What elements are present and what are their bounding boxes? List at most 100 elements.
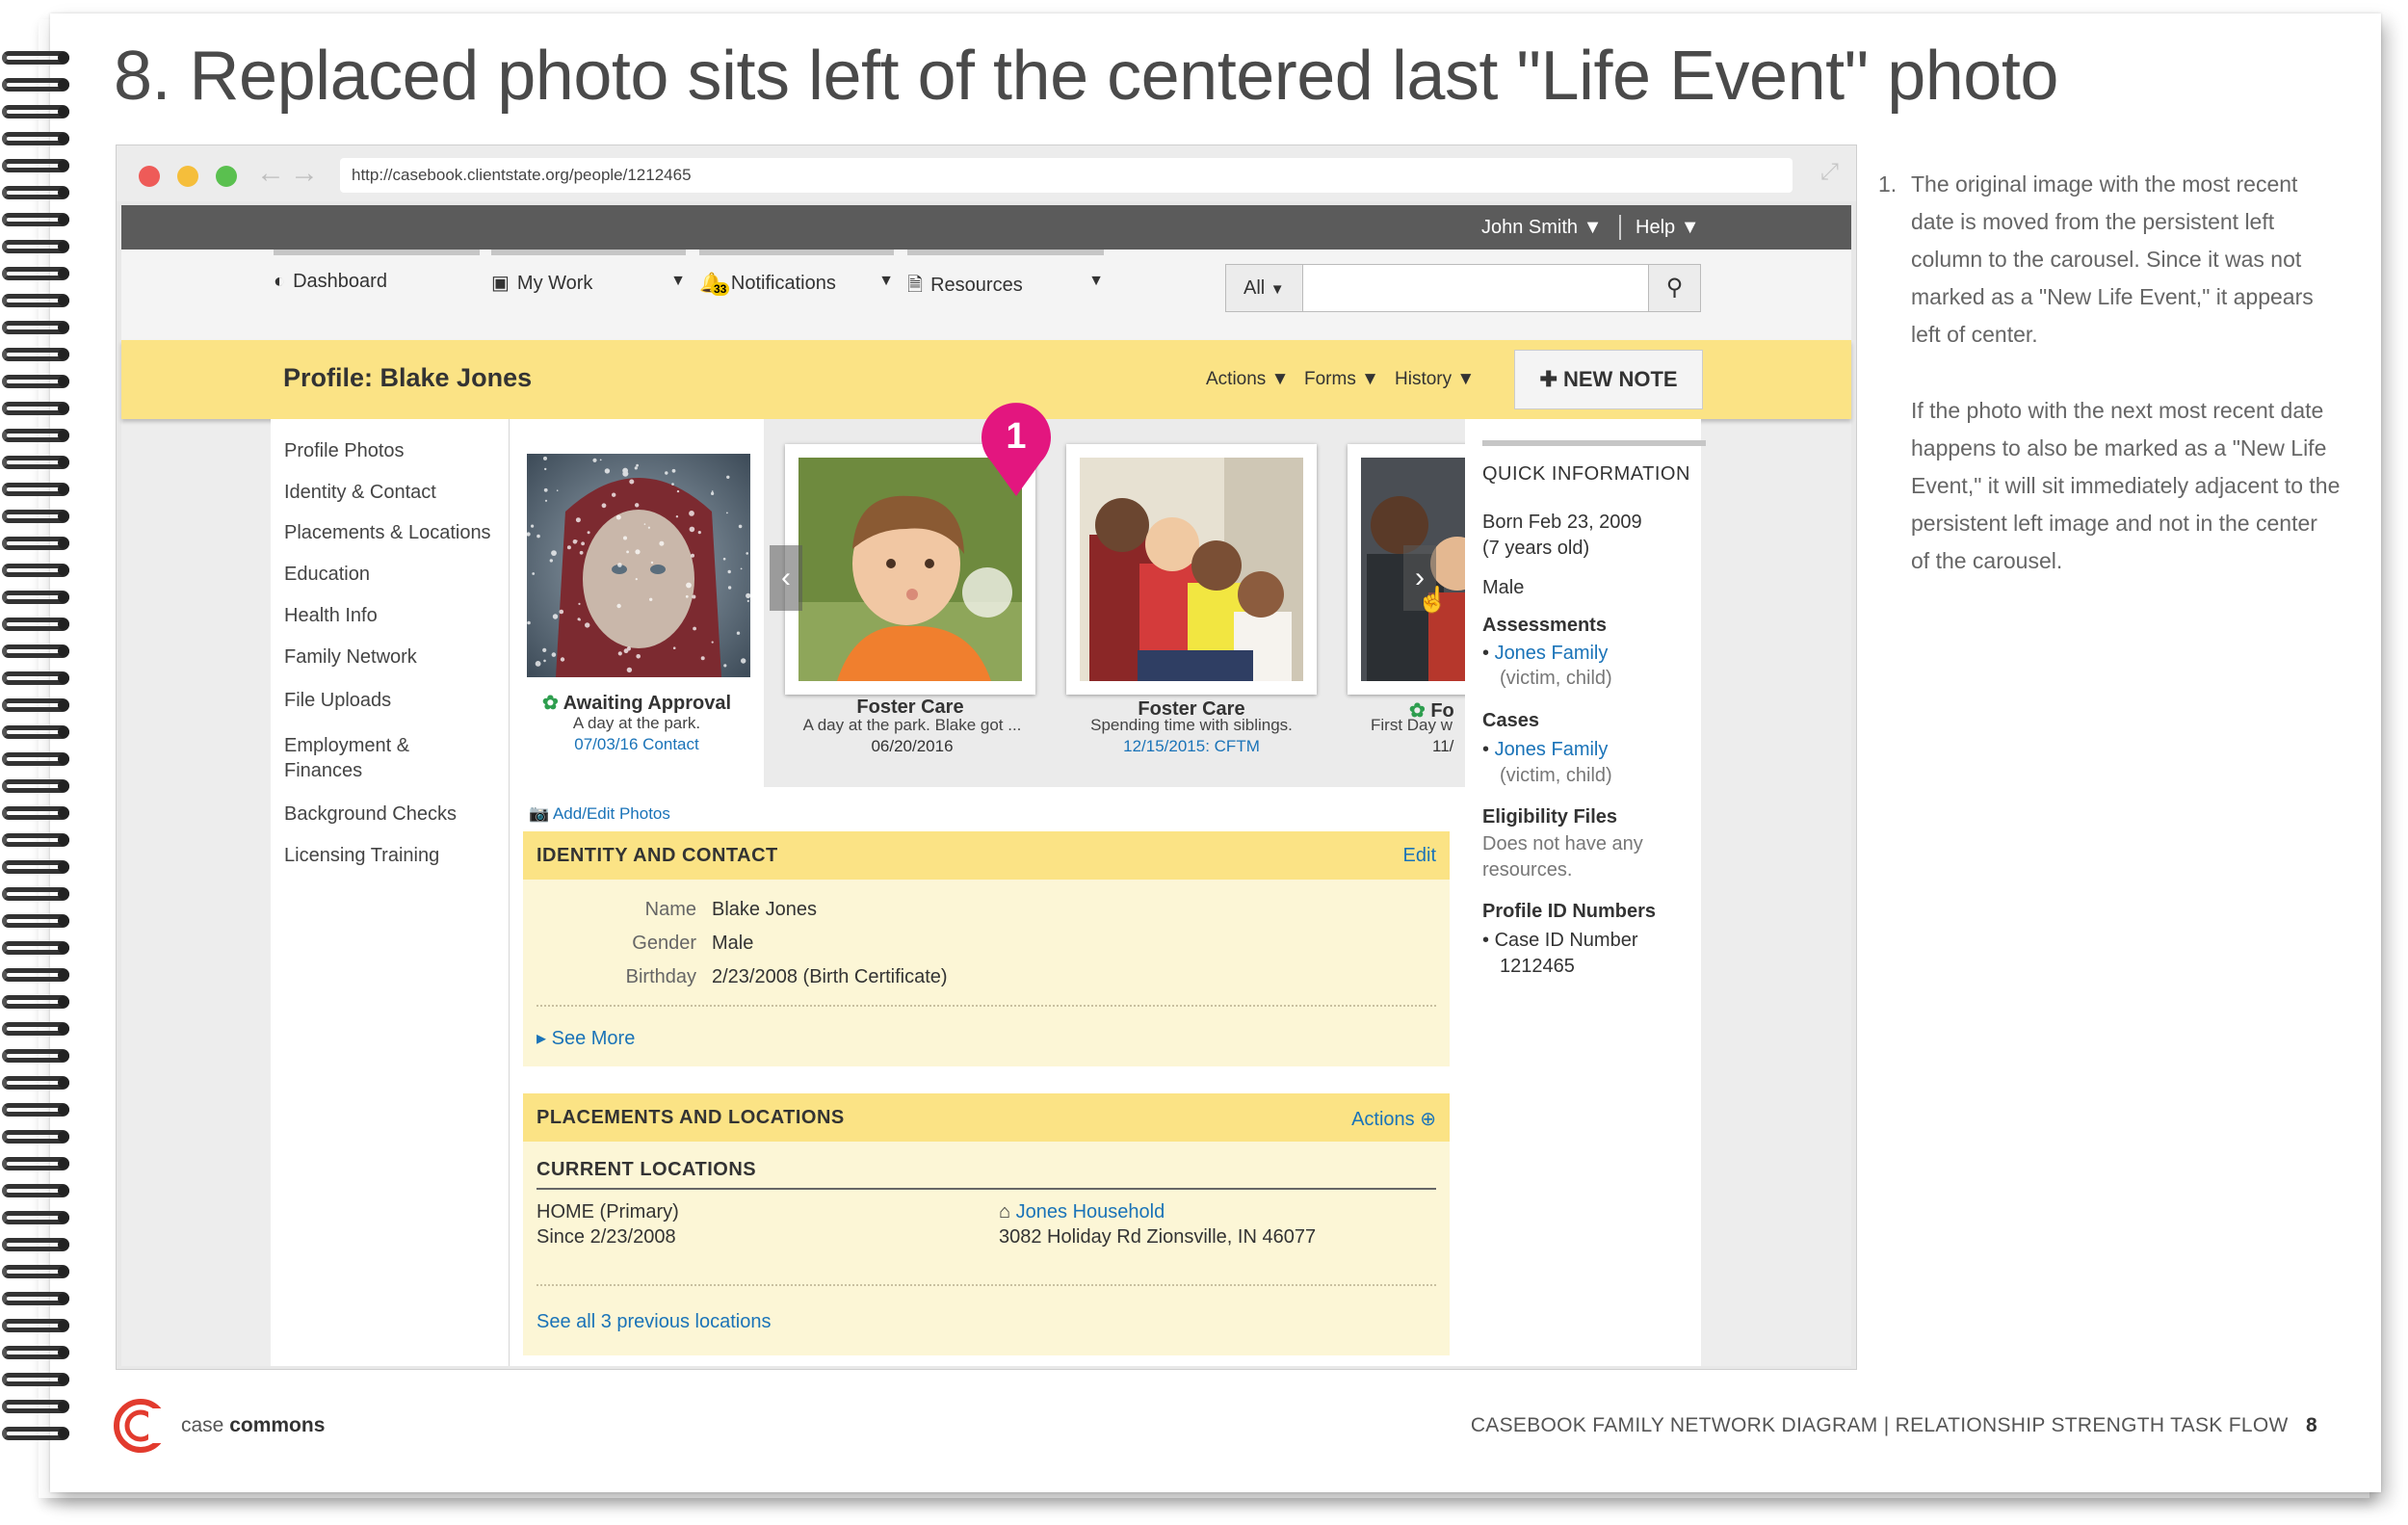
spiral-ring	[2, 345, 73, 364]
svg-text:1: 1	[1006, 416, 1026, 457]
actions-menu[interactable]: Actions ▼	[1206, 369, 1289, 390]
search-icon: ⚲	[1665, 275, 1684, 301]
inbox-icon: ▣	[491, 273, 510, 294]
caret-down-icon: ▼	[1269, 281, 1285, 298]
spiral-ring	[2, 1181, 73, 1200]
sidebar-item-identity-contact[interactable]: Identity & Contact	[284, 480, 436, 505]
spiral-ring	[2, 399, 73, 418]
carousel-photo-2[interactable]: Foster Care	[1066, 444, 1317, 720]
help-menu[interactable]: Help ▼	[1636, 205, 1700, 250]
spiral-ring	[2, 696, 73, 715]
nav-dashboard[interactable]: ◐ Dashboard	[274, 250, 480, 309]
leaf-icon: ✿	[541, 693, 559, 714]
search-button[interactable]: ⚲	[1648, 265, 1700, 311]
close-window-button[interactable]	[139, 166, 160, 187]
minimize-window-button[interactable]	[177, 166, 198, 187]
caret-down-icon: ▼	[1456, 369, 1476, 389]
photo-siblings	[1080, 458, 1303, 681]
spiral-ring	[2, 965, 73, 985]
slide-title: 8. Replaced photo sits left of the cente…	[114, 38, 2058, 115]
spiral-ring	[2, 1154, 73, 1173]
footer-caption: CASEBOOK FAMILY NETWORK DIAGRAM | RELATI…	[1470, 1414, 2317, 1436]
spiral-ring	[2, 776, 73, 796]
spiral-ring	[2, 588, 73, 607]
note-paragraph-1: The original image with the most recent …	[1911, 171, 2314, 347]
fullscreen-icon[interactable]: ⤢	[1820, 159, 1839, 186]
sidebar-item-licensing-training[interactable]: Licensing Training	[284, 843, 439, 868]
new-note-button[interactable]: ✚ NEW NOTE	[1514, 350, 1703, 409]
contact-link[interactable]: 07/03/16 Contact	[510, 735, 764, 754]
persistent-photo-column: ✿ Awaiting Approval A day at the park. 0…	[510, 419, 764, 787]
spiral-ring	[2, 1073, 73, 1092]
spiral-ring	[2, 507, 73, 526]
spiral-ring	[2, 102, 73, 121]
sidebar-item-family-network[interactable]: Family Network	[284, 644, 417, 670]
sidebar-item-profile-photos[interactable]: Profile Photos	[284, 438, 405, 463]
spiral-ring	[2, 534, 73, 553]
plus-circle-icon: ⊕	[1420, 1109, 1436, 1130]
sidebar-item-placements[interactable]: Placements & Locations	[284, 520, 491, 545]
nav-my-work[interactable]: ▣ My Work ▼	[491, 250, 686, 309]
placements-locations-panel: PLACEMENTS AND LOCATIONS Actions ⊕ CURRE…	[523, 1093, 1450, 1355]
notification-badge: 33	[711, 282, 730, 296]
profile-content: Profile Photos Identity & Contact Placem…	[271, 403, 1706, 1366]
forms-menu[interactable]: Forms ▼	[1304, 369, 1379, 390]
caret-down-icon: ▼	[670, 273, 686, 289]
search-input[interactable]	[1303, 265, 1650, 311]
spiral-ring	[2, 749, 73, 769]
assessment-link[interactable]: Jones Family	[1495, 643, 1609, 664]
caret-right-icon: ▸	[537, 1028, 547, 1049]
sidebar-item-health-info[interactable]: Health Info	[284, 603, 378, 628]
history-menu[interactable]: History ▼	[1395, 369, 1475, 390]
spiral-ring	[2, 1343, 73, 1362]
user-menu[interactable]: John Smith ▼	[1481, 205, 1602, 250]
spiral-ring	[2, 884, 73, 904]
sidebar-item-education[interactable]: Education	[284, 562, 370, 587]
sidebar-item-employment[interactable]: Employment & Finances	[284, 733, 409, 783]
maximize-window-button[interactable]	[216, 166, 237, 187]
placements-actions-link[interactable]: Actions ⊕	[1351, 1107, 1436, 1131]
home-icon: ⌂	[999, 1201, 1011, 1223]
search-scope-select[interactable]: All ▼	[1226, 265, 1303, 311]
nav-resources[interactable]: 🗎 Resources ▼	[907, 250, 1104, 309]
chevron-left-icon: ‹	[781, 562, 791, 593]
caret-down-icon: ▼	[1270, 369, 1290, 389]
spiral-ring	[2, 1262, 73, 1281]
caret-down-icon: ▼	[1088, 273, 1104, 289]
carousel-prev-button[interactable]: ‹	[770, 545, 802, 611]
spiral-ring	[2, 1100, 73, 1119]
jones-household-link[interactable]: ⌂ Jones Household	[999, 1201, 1165, 1223]
address-bar[interactable]: http://casebook.clientstate.org/people/1…	[340, 158, 1793, 193]
divider	[1619, 215, 1621, 240]
dashboard-icon: ◐	[274, 271, 286, 292]
see-more-link[interactable]: ▸ See More	[537, 1026, 635, 1050]
sidebar-item-file-uploads[interactable]: File Uploads	[284, 688, 391, 713]
case-link[interactable]: Jones Family	[1495, 739, 1609, 760]
back-arrow-icon[interactable]: ←	[256, 157, 285, 190]
edit-link[interactable]: Edit	[1403, 845, 1436, 867]
forward-arrow-icon[interactable]: →	[290, 157, 319, 190]
panel-header: PLACEMENTS AND LOCATIONS Actions ⊕	[523, 1093, 1450, 1142]
bell-icon: 🔔 33	[699, 271, 730, 296]
spiral-ring	[2, 723, 73, 742]
sidebar-item-background-checks[interactable]: Background Checks	[284, 802, 457, 827]
note-paragraph-2: If the photo with the next most recent d…	[1911, 398, 2341, 573]
divider	[537, 1188, 1436, 1190]
spiral-ring	[2, 480, 73, 499]
nav-notifications[interactable]: 🔔 33 Notifications ▼	[699, 250, 894, 309]
quick-info-heading: QUICK INFORMATION	[1482, 440, 1706, 486]
persistent-photo[interactable]	[527, 454, 750, 677]
spiral-ring	[2, 1424, 73, 1443]
spiral-ring	[2, 669, 73, 688]
web-viewport: John Smith ▼ Help ▼ ◐ Dashboard ▣ My Work …	[121, 205, 1851, 1366]
spiral-ring	[2, 1397, 73, 1416]
spiral-ring	[2, 1208, 73, 1227]
divider	[537, 1005, 1436, 1007]
spiral-ring	[2, 830, 73, 850]
search-box: All ▼ ⚲	[1225, 264, 1701, 312]
spiral-ring	[2, 210, 73, 229]
see-all-locations-link[interactable]: See all 3 previous locations	[537, 1311, 771, 1333]
add-edit-photos-link[interactable]: 📷 Add/Edit Photos	[529, 804, 670, 824]
cftm-link[interactable]: 12/15/2015: CFTM	[1047, 737, 1336, 756]
browser-window: ← → http://casebook.clientstate.org/peop…	[116, 145, 1857, 1370]
